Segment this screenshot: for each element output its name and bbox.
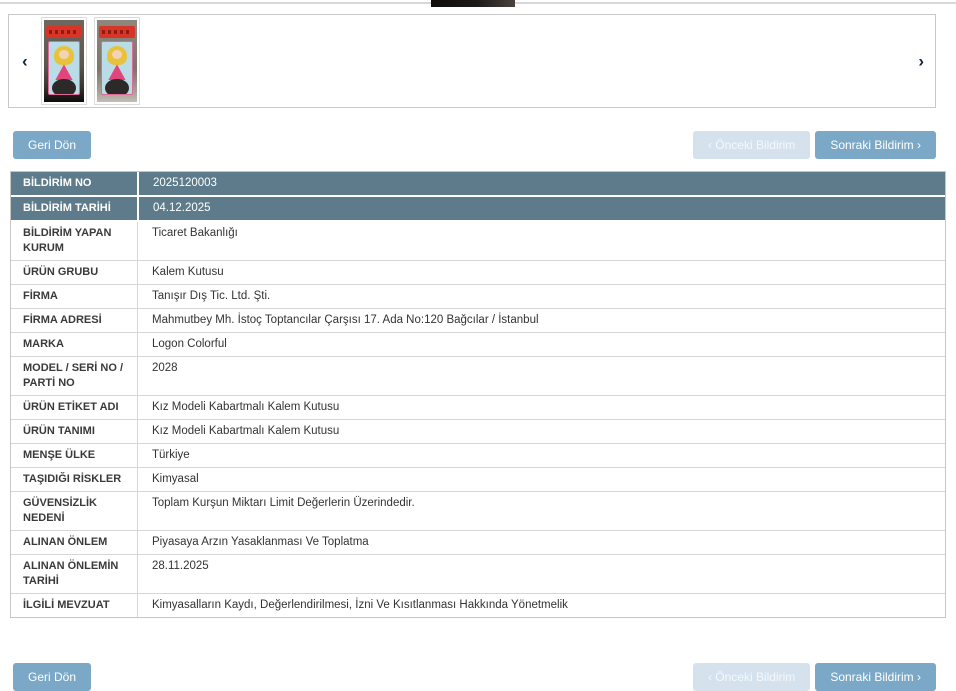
row-label: GÜVENSİZLİK NEDENİ [11,492,138,530]
row-label: MARKA [11,333,138,356]
image-carousel: ‹ [8,14,936,108]
row-value: Toplam Kurşun Miktarı Limit Değerlerin Ü… [138,492,945,530]
table-row: FİRMA ADRESİ Mahmutbey Mh. İstoç Toptanc… [11,309,945,333]
carousel-next-icon[interactable]: › [918,53,924,70]
row-value: Kimyasal [138,468,945,491]
row-value: Kız Modeli Kabartmalı Kalem Kutusu [138,420,945,443]
row-label: FİRMA ADRESİ [11,309,138,332]
table-row: BİLDİRİM NO 2025120003 [11,172,945,197]
table-row: MARKA Logon Colorful [11,333,945,357]
row-value: Logon Colorful [138,333,945,356]
table-row: BİLDİRİM YAPAN KURUM Ticaret Bakanlığı [11,222,945,261]
row-label: ÜRÜN ETİKET ADI [11,396,138,419]
table-row: ÜRÜN ETİKET ADI Kız Modeli Kabartmalı Ka… [11,396,945,420]
notification-detail-table: BİLDİRİM NO 2025120003 BİLDİRİM TARİHİ 0… [10,171,946,618]
row-label: TAŞIDIĞI RİSKLER [11,468,138,491]
carousel-prev-icon[interactable]: ‹ [22,53,28,70]
table-row: ÜRÜN GRUBU Kalem Kutusu [11,261,945,285]
row-label: MENŞE ÜLKE [11,444,138,467]
row-value: Kız Modeli Kabartmalı Kalem Kutusu [138,396,945,419]
product-thumbnail-2[interactable] [94,17,140,105]
row-value: 2028 [138,357,945,395]
table-row: BİLDİRİM TARİHİ 04.12.2025 [11,197,945,222]
package-red-header [46,26,83,38]
row-value: Ticaret Bakanlığı [138,222,945,260]
next-notification-button[interactable]: Sonraki Bildirim › [815,131,936,159]
table-row: ALINAN ÖNLEM Piyasaya Arzın Yasaklanması… [11,531,945,555]
product-photo [97,20,137,102]
row-label: İLGİLİ MEVZUAT [11,594,138,617]
table-row: MENŞE ÜLKE Türkiye [11,444,945,468]
row-label: ÜRÜN GRUBU [11,261,138,284]
row-label: ALINAN ÖNLEMİN TARİHİ [11,555,138,593]
package-red-header [99,26,136,38]
row-value: Kalem Kutusu [138,261,945,284]
row-label: FİRMA [11,285,138,308]
next-notification-button-bottom[interactable]: Sonraki Bildirim › [815,663,936,691]
back-button[interactable]: Geri Dön [13,131,91,159]
package-card [101,41,134,95]
product-thumbnail-1[interactable] [41,17,87,105]
row-value: 28.11.2025 [138,555,945,593]
row-value: Mahmutbey Mh. İstoç Toptancılar Çarşısı … [138,309,945,332]
row-label: BİLDİRİM NO [11,172,139,195]
table-row: İLGİLİ MEVZUAT Kimyasalların Kaydı, Değe… [11,594,945,617]
row-value: 2025120003 [139,172,945,195]
row-label: BİLDİRİM TARİHİ [11,197,139,220]
package-card [48,41,81,95]
product-photo [44,20,84,102]
row-label: BİLDİRİM YAPAN KURUM [11,222,138,260]
table-row: GÜVENSİZLİK NEDENİ Toplam Kurşun Miktarı… [11,492,945,531]
back-button-bottom[interactable]: Geri Dön [13,663,91,691]
row-label: MODEL / SERİ NO / PARTİ NO [11,357,138,395]
thumbnail-strip [41,17,140,105]
previous-notification-button-bottom[interactable]: ‹ Önceki Bildirim [693,663,810,691]
row-value: 04.12.2025 [139,197,945,220]
row-value: Piyasaya Arzın Yasaklanması Ve Toplatma [138,531,945,554]
table-row: ÜRÜN TANIMI Kız Modeli Kabartmalı Kalem … [11,420,945,444]
row-label: ÜRÜN TANIMI [11,420,138,443]
table-row: FİRMA Tanışır Dış Tic. Ltd. Şti. [11,285,945,309]
row-value: Tanışır Dış Tic. Ltd. Şti. [138,285,945,308]
table-row: MODEL / SERİ NO / PARTİ NO 2028 [11,357,945,396]
row-label: ALINAN ÖNLEM [11,531,138,554]
row-value: Kimyasalların Kaydı, Değerlendirilmesi, … [138,594,945,617]
row-value: Türkiye [138,444,945,467]
previous-notification-button[interactable]: ‹ Önceki Bildirim [693,131,810,159]
cropped-image-edge [431,0,515,7]
table-row: TAŞIDIĞI RİSKLER Kimyasal [11,468,945,492]
table-row: ALINAN ÖNLEMİN TARİHİ 28.11.2025 [11,555,945,594]
